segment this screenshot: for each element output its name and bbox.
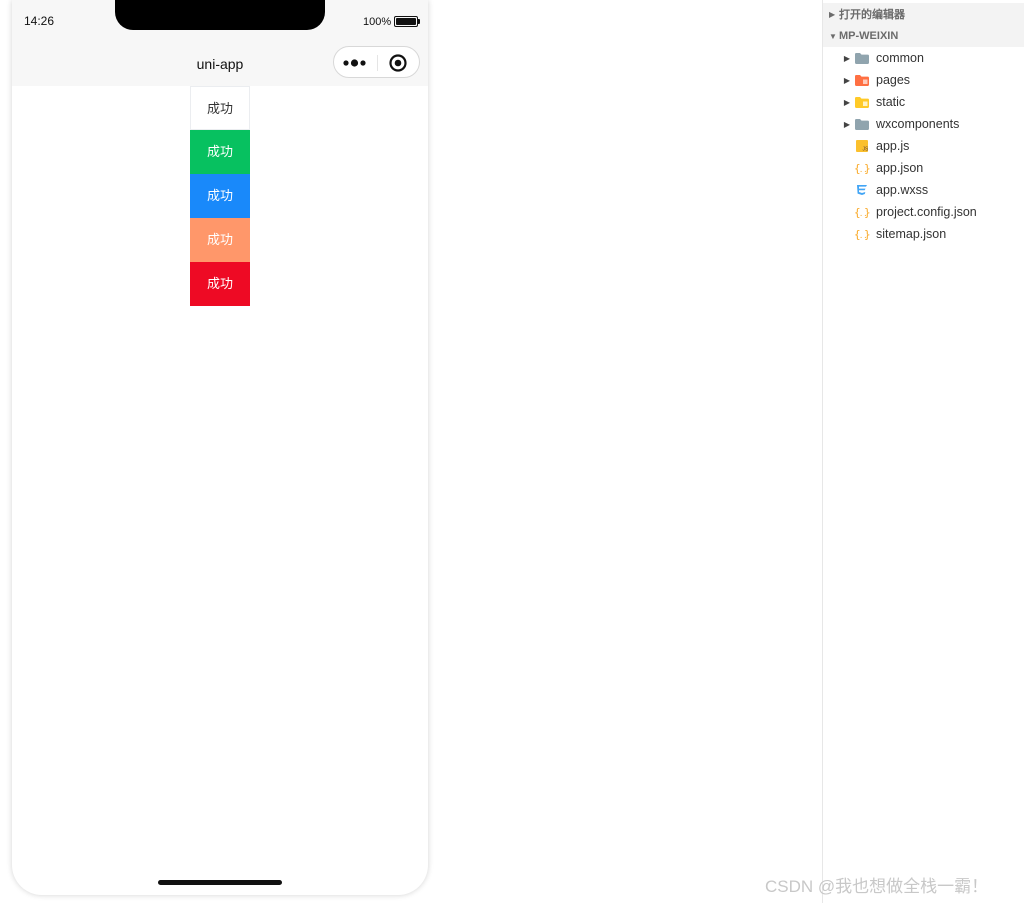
file-tree: ▶ common ▶ pages ▶ static ▶ wxcomponents JS app.j…	[823, 47, 1024, 245]
folder-item-static[interactable]: ▶ static	[823, 91, 1024, 113]
capsule-divider	[377, 55, 378, 71]
file-item-project-config-json[interactable]: {..} project.config.json	[823, 201, 1024, 223]
section-open-editors[interactable]: ▶ 打开的编辑器	[823, 3, 1024, 25]
success-button-5[interactable]: 成功	[190, 262, 250, 306]
tree-item-label: project.config.json	[876, 205, 977, 219]
chevron-right-icon: ▶	[843, 97, 851, 107]
svg-text:}: }	[864, 162, 870, 174]
section-title: MP-WEIXIN	[839, 30, 899, 42]
success-button-1[interactable]: 成功	[190, 86, 250, 130]
json-file-icon: {..}	[854, 227, 870, 241]
chevron-right-icon: ▶	[843, 53, 851, 63]
button-stack: 成功 成功 成功 成功 成功	[190, 86, 250, 306]
folder-item-wxcomponents[interactable]: ▶ wxcomponents	[823, 113, 1024, 135]
folder-icon	[854, 117, 870, 131]
tree-item-label: sitemap.json	[876, 227, 947, 241]
battery-tip	[418, 19, 420, 24]
folder-item-pages[interactable]: ▶ pages	[823, 69, 1024, 91]
tree-item-label: common	[876, 51, 924, 65]
tree-item-label: app.wxss	[876, 183, 929, 197]
folder-icon	[854, 51, 870, 65]
section-title: 打开的编辑器	[839, 9, 905, 21]
tree-item-label: pages	[876, 73, 911, 87]
json-file-icon: {..}	[854, 161, 870, 175]
chevron-down-icon: ▼	[829, 31, 837, 41]
chevron-right-icon: ▶	[843, 119, 851, 129]
capsule-menu	[333, 46, 420, 78]
svg-text:}: }	[864, 228, 870, 240]
svg-text:}: }	[864, 206, 870, 218]
tree-item-label: static	[876, 95, 906, 109]
chevron-right-icon: ▶	[829, 9, 836, 19]
tree-item-label: wxcomponents	[876, 117, 960, 131]
phone-notch	[115, 0, 325, 30]
more-icon[interactable]	[342, 56, 368, 70]
phone-simulator: 14:26 100% uni-app 成功 成功 成功 成功 成功	[12, 0, 428, 895]
success-button-2[interactable]: 成功	[190, 130, 250, 174]
section-mp-weixin[interactable]: ▼ MP-WEIXIN	[823, 25, 1024, 47]
chevron-right-icon: ▶	[843, 75, 851, 85]
file-item-sitemap-json[interactable]: {..} sitemap.json	[823, 223, 1024, 245]
static-folder-icon	[854, 95, 870, 109]
navigation-bar: 14:26 100% uni-app	[12, 0, 428, 86]
json-file-icon: {..}	[854, 205, 870, 219]
js-file-icon: JS	[854, 139, 870, 153]
close-target-icon[interactable]	[388, 53, 408, 73]
success-button-4[interactable]: 成功	[190, 218, 250, 262]
tree-item-label: app.js	[876, 139, 910, 153]
tree-item-label: app.json	[876, 161, 924, 175]
success-button-3[interactable]: 成功	[190, 174, 250, 218]
battery-percentage: 100%	[363, 16, 392, 28]
watermark: CSDN @我也想做全栈一霸！	[765, 877, 989, 896]
file-item-app-json[interactable]: {..} app.json	[823, 157, 1024, 179]
folder-item-common[interactable]: ▶ common	[823, 47, 1024, 69]
file-explorer: ▶ 打开的编辑器 ▼ MP-WEIXIN ▶ common ▶ pages ▶ stati…	[822, 0, 1024, 903]
battery-icon	[394, 16, 418, 27]
file-item-app-wxss[interactable]: app.wxss	[823, 179, 1024, 201]
home-indicator	[158, 880, 282, 885]
file-item-app-js[interactable]: JS app.js	[823, 135, 1024, 157]
status-time: 14:26	[24, 14, 55, 28]
pages-folder-icon	[854, 73, 870, 87]
svg-text:JS: JS	[863, 147, 869, 153]
css-file-icon	[854, 183, 870, 197]
